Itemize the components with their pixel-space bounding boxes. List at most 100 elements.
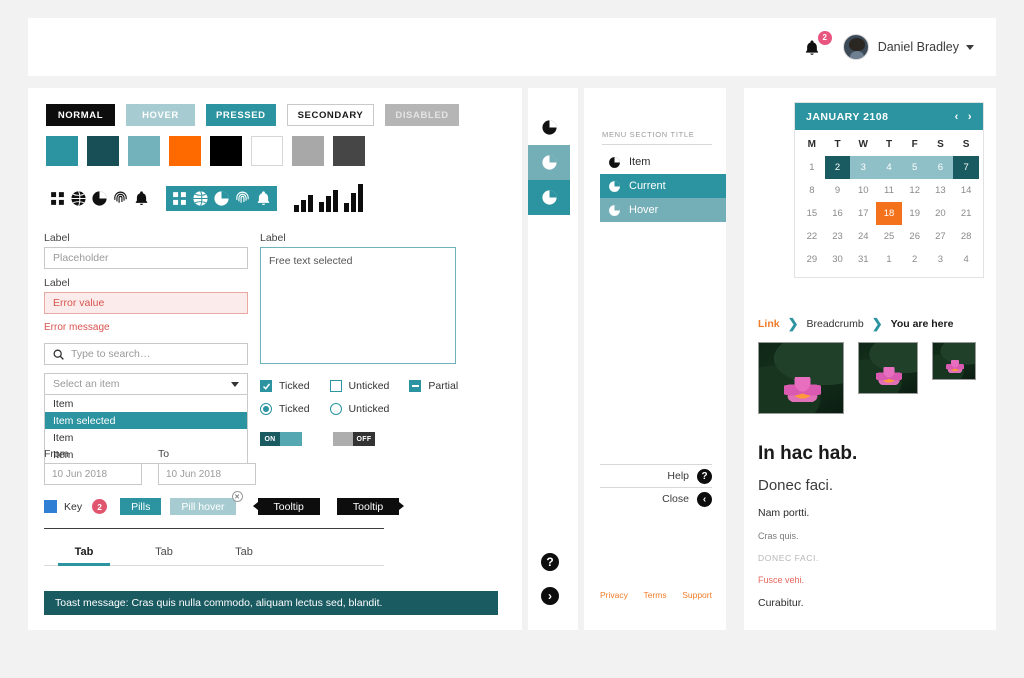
calendar-day[interactable]: 24 (850, 225, 876, 248)
calendar-day-in-range[interactable]: 3 (850, 156, 877, 179)
calendar-day-range-end[interactable]: 7 (953, 156, 979, 179)
calendar-day[interactable]: 1 (799, 156, 825, 179)
footer-link-terms[interactable]: Terms (643, 590, 666, 600)
label-error: Label (44, 277, 70, 289)
label-placeholder: Label (44, 232, 70, 244)
lotus-flower-large[interactable] (758, 342, 844, 414)
search-input[interactable]: Type to search… (44, 343, 248, 365)
tab-2[interactable]: Tab (124, 546, 204, 565)
calendar-day[interactable]: 30 (825, 248, 851, 271)
calendar-day[interactable]: 9 (825, 179, 851, 202)
calendar-day[interactable]: 21 (953, 202, 979, 225)
footer-link-privacy[interactable]: Privacy (600, 590, 628, 600)
calendar-day[interactable]: 12 (902, 179, 928, 202)
pie-chart-icon (92, 190, 107, 206)
controls-column: Label Free text selected Ticked Unticked (260, 232, 460, 446)
chevron-left-icon[interactable]: ‹ (955, 111, 959, 123)
select-dropdown[interactable]: Select an item (44, 373, 248, 395)
chevron-right-circle-icon[interactable]: › (541, 587, 559, 605)
calendar-day[interactable]: 19 (902, 202, 928, 225)
calendar-day[interactable]: 2 (902, 248, 928, 271)
pill-default[interactable]: Pills (120, 498, 162, 515)
pills-tooltips-row: Key 2 Pills Pill hover ✕ Tooltip Tooltip (44, 491, 405, 515)
breadcrumb-link[interactable]: Link (758, 318, 780, 330)
calendar-day-today[interactable]: 18 (876, 202, 902, 225)
calendar-day-in-range[interactable]: 6 (927, 156, 954, 179)
calendar-day[interactable]: 8 (799, 179, 825, 202)
calendar-day[interactable]: 23 (825, 225, 851, 248)
rail-item-hover[interactable] (528, 145, 570, 180)
button-normal[interactable]: NORMAL (46, 104, 115, 126)
select-option-selected[interactable]: Item selected (45, 412, 247, 429)
calendar-day[interactable]: 15 (799, 202, 825, 225)
checkbox-ticked[interactable]: Ticked (260, 380, 310, 392)
pill-hover[interactable]: Pill hover ✕ (170, 491, 243, 515)
menu-item-label: Current (629, 180, 666, 192)
menu-help-row[interactable]: Help ? (600, 464, 712, 487)
checkbox-partial[interactable]: Partial (409, 380, 458, 392)
pie-chart-icon (541, 190, 557, 205)
button-pressed[interactable]: PRESSED (206, 104, 276, 126)
checkbox-unticked[interactable]: Unticked (329, 380, 389, 392)
calendar-day[interactable]: 31 (850, 248, 876, 271)
calendar-day[interactable]: 10 (850, 179, 876, 202)
calendar-day[interactable]: 4 (953, 248, 979, 271)
calendar-day[interactable]: 14 (953, 179, 979, 202)
calendar-day[interactable]: 20 (928, 202, 954, 225)
help-circle-icon[interactable]: ? (697, 468, 712, 484)
radio-unticked[interactable]: Unticked (329, 403, 389, 415)
chevron-right-icon[interactable]: › (968, 111, 972, 123)
calendar-day[interactable]: 22 (799, 225, 825, 248)
calendar-day[interactable]: 3 (928, 248, 954, 271)
date-range-row: From 10 Jun 2018 To 10 Jun 2018 (44, 448, 256, 485)
calendar-day[interactable]: 17 (850, 202, 876, 225)
menu-item-item[interactable]: Item (600, 150, 726, 174)
close-icon[interactable]: ✕ (231, 491, 243, 502)
chevron-left-circle-icon[interactable]: ‹ (697, 491, 712, 507)
menu-close-row[interactable]: Close ‹ (600, 487, 712, 510)
menu-item-hover[interactable]: Hover (600, 198, 726, 222)
user-name: Daniel Bradley (877, 40, 959, 54)
calendar-day-range-start[interactable]: 2 (824, 156, 851, 179)
select-option[interactable]: Item (45, 395, 247, 412)
text-input[interactable]: Placeholder (44, 247, 248, 269)
lotus-flower-small[interactable] (932, 342, 976, 380)
breadcrumb-middle[interactable]: Breadcrumb (807, 318, 864, 330)
lotus-flower-medium[interactable] (858, 342, 918, 394)
calendar-day[interactable]: 26 (902, 225, 928, 248)
rail-item-active[interactable] (528, 180, 570, 215)
toggle-off[interactable]: OFF (333, 432, 375, 446)
tab-bar: Tab Tab Tab (44, 546, 384, 566)
calendar-day[interactable]: 16 (825, 202, 851, 225)
chevron-down-icon[interactable] (966, 44, 974, 50)
date-from-input[interactable]: 10 Jun 2018 (44, 463, 142, 485)
calendar-day[interactable]: 25 (876, 225, 902, 248)
tab-1[interactable]: Tab (44, 546, 124, 566)
swatch-white (251, 136, 283, 166)
button-secondary[interactable]: SECONDARY (286, 104, 375, 126)
notifications-button[interactable]: 2 (803, 31, 832, 59)
menu-item-current[interactable]: Current (600, 174, 726, 198)
select-option[interactable]: Item (45, 429, 247, 446)
calendar-day-in-range[interactable]: 5 (901, 156, 928, 179)
calendar-day[interactable]: 11 (876, 179, 902, 202)
button-hover[interactable]: HOVER (126, 104, 195, 126)
calendar-day[interactable]: 29 (799, 248, 825, 271)
calendar-day[interactable]: 13 (928, 179, 954, 202)
radio-ticked[interactable]: Ticked (260, 403, 310, 415)
date-to-input[interactable]: 10 Jun 2018 (158, 463, 256, 485)
calendar-day-in-range[interactable]: 4 (876, 156, 902, 179)
rail-item-default[interactable] (528, 110, 570, 145)
calendar-day[interactable]: 28 (953, 225, 979, 248)
textarea-input[interactable]: Free text selected (260, 247, 456, 364)
toggle-on[interactable]: ON (260, 432, 302, 446)
calendar-day[interactable]: 27 (928, 225, 954, 248)
checkbox-label: Ticked (279, 380, 310, 392)
calendar-day[interactable]: 1 (876, 248, 902, 271)
tab-3[interactable]: Tab (204, 546, 284, 565)
body-text: Nam portti. (758, 507, 810, 519)
help-circle-icon[interactable]: ? (541, 553, 559, 571)
footer-link-support[interactable]: Support (682, 590, 712, 600)
toggle-on-label: ON (260, 432, 280, 446)
error-input[interactable]: Error value (44, 292, 248, 314)
